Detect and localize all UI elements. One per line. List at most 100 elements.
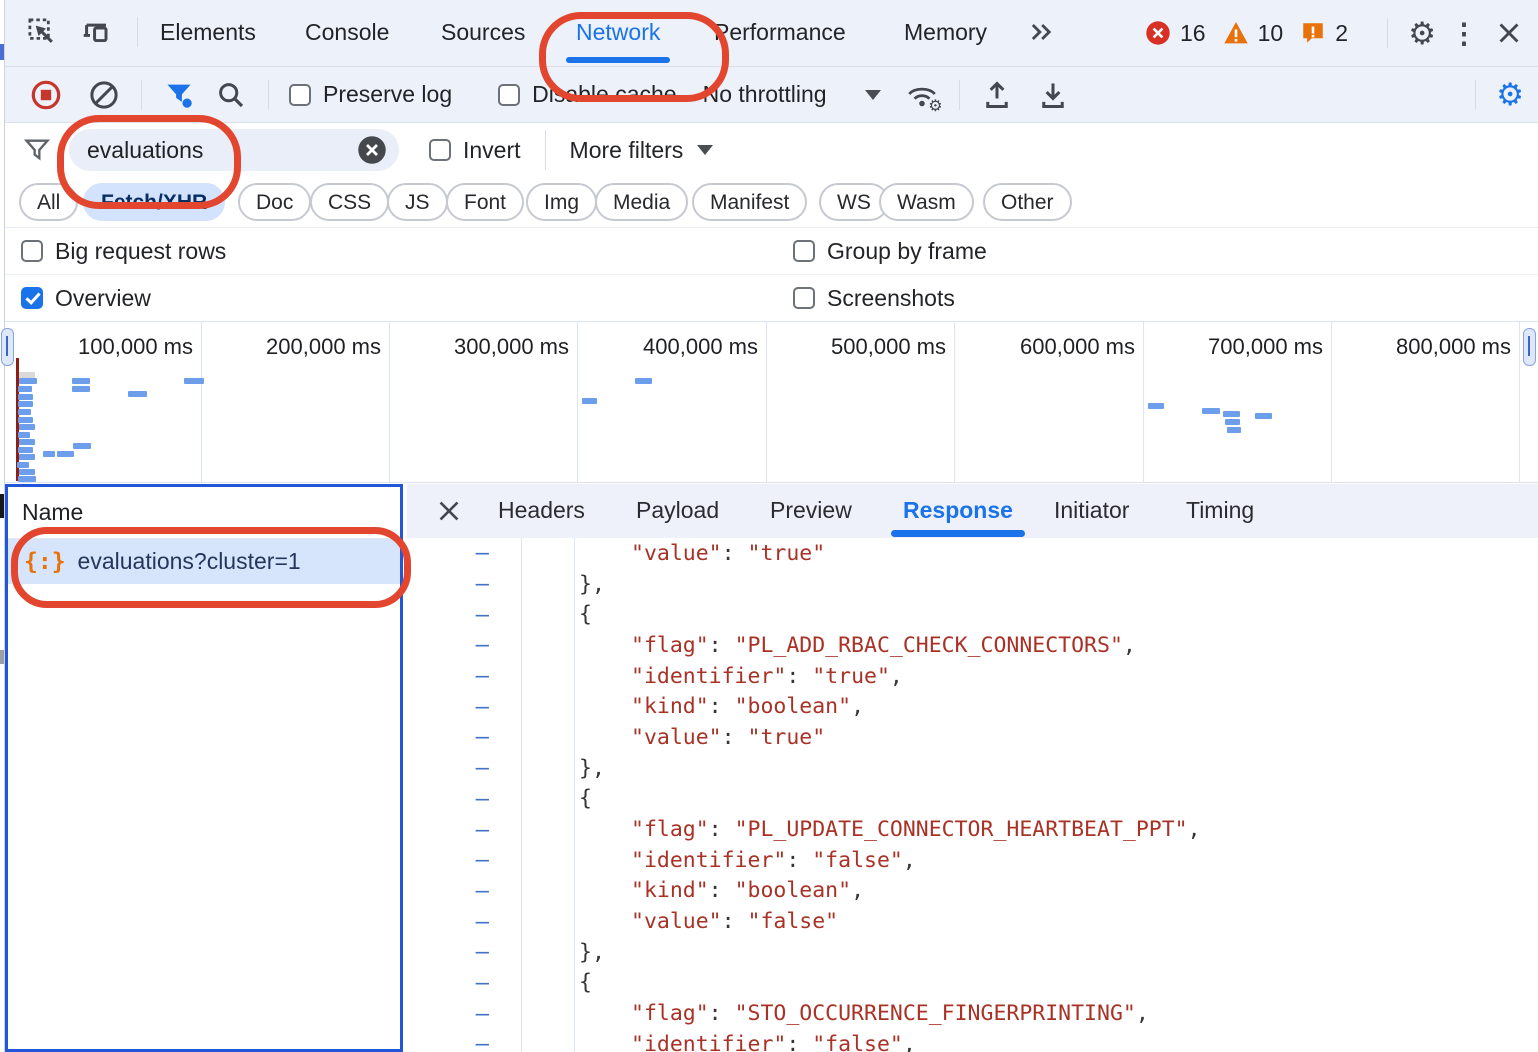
request-row[interactable]: {:}evaluations?cluster=1 — [8, 539, 400, 584]
checkbox-box[interactable] — [429, 139, 451, 161]
gutter-mark[interactable]: – — [407, 631, 521, 659]
checkbox-box[interactable] — [793, 287, 815, 309]
gutter-mark[interactable]: – — [407, 846, 521, 874]
big-request-rows-checkbox[interactable]: Big request rows — [21, 238, 226, 265]
chip-wasm[interactable]: Wasm — [879, 183, 974, 221]
gutter-mark[interactable]: – — [407, 539, 521, 567]
checkbox-box[interactable] — [21, 287, 43, 309]
chip-js[interactable]: JS — [387, 183, 448, 221]
checkbox-box[interactable] — [498, 84, 520, 106]
chip-media[interactable]: Media — [595, 183, 688, 221]
overview-right-grip[interactable] — [1523, 328, 1536, 366]
close-detail-icon[interactable] — [433, 495, 465, 527]
gutter-mark[interactable]: – — [407, 693, 521, 721]
close-devtools-icon[interactable] — [1492, 16, 1526, 50]
filter-text-pill[interactable] — [69, 129, 399, 171]
request-rows: {:}evaluations?cluster=1 — [8, 539, 400, 584]
code-text: "flag": "PL_ADD_RBAC_CHECK_CONNECTORS", — [521, 633, 1136, 658]
more-options-icon[interactable]: ⋮ — [1450, 17, 1478, 50]
record-network-log-button[interactable] — [29, 78, 63, 112]
gutter-mark[interactable]: – — [407, 1030, 521, 1052]
response-code-viewer[interactable]: –"value": "true"–},–{–"flag": "PL_ADD_RB… — [407, 538, 1538, 1052]
more-tabs-button[interactable] — [1027, 0, 1055, 64]
filter-icon[interactable] — [162, 78, 196, 112]
tab-memory[interactable]: Memory — [904, 0, 987, 64]
throttling-select[interactable]: No throttling — [703, 81, 881, 108]
gutter-mark[interactable]: – — [407, 570, 521, 598]
invert-checkbox[interactable]: Invert — [429, 137, 521, 164]
network-settings-gear-icon[interactable]: ⚙ — [1496, 79, 1524, 110]
gutter-mark[interactable]: – — [407, 723, 521, 751]
filter-input[interactable] — [85, 136, 319, 165]
network-conditions-icon[interactable]: ⚙ — [905, 78, 939, 112]
json-string: "value" — [631, 541, 722, 566]
inspect-element-icon[interactable] — [25, 15, 59, 49]
disable-cache-label: Disable cache — [532, 81, 676, 108]
tab-sources[interactable]: Sources — [441, 0, 525, 64]
import-har-icon[interactable] — [980, 78, 1014, 112]
name-column-header[interactable]: Name — [8, 487, 400, 539]
chip-other[interactable]: Other — [983, 183, 1072, 221]
chip-all[interactable]: All — [19, 183, 78, 221]
json-string: "true" — [748, 725, 826, 750]
gutter-mark[interactable]: – — [407, 601, 521, 629]
checkbox-box[interactable] — [793, 240, 815, 262]
detail-tab-timing[interactable]: Timing — [1186, 484, 1254, 537]
search-icon[interactable] — [214, 78, 248, 112]
gutter-mark[interactable]: – — [407, 1000, 521, 1028]
detail-tab-preview[interactable]: Preview — [770, 484, 852, 537]
chip-img[interactable]: Img — [526, 183, 597, 221]
json-punct: , — [851, 694, 864, 719]
overview-request-bar — [73, 443, 91, 449]
network-overview-timeline[interactable]: 100,000 ms200,000 ms300,000 ms400,000 ms… — [5, 322, 1538, 483]
gutter-mark[interactable]: – — [407, 938, 521, 966]
clear-filter-icon[interactable] — [357, 135, 387, 165]
code-text: "identifier": "false", — [521, 1032, 916, 1052]
code-text: "flag": "STO_OCCURRENCE_FINGERPRINTING", — [521, 1001, 1149, 1026]
overview-request-bar — [18, 401, 33, 407]
json-string: "PL_ADD_RBAC_CHECK_CONNECTORS" — [735, 633, 1123, 658]
clear-network-log-button[interactable] — [87, 78, 121, 112]
gutter-mark[interactable]: – — [407, 662, 521, 690]
json-string: "value" — [631, 909, 722, 934]
overview-gridline — [1143, 322, 1144, 482]
overview-gridline — [1331, 322, 1332, 482]
gutter-mark[interactable]: – — [407, 754, 521, 782]
tab-network[interactable]: Network — [576, 0, 660, 64]
tab-performance[interactable]: Performance — [714, 0, 846, 64]
screenshots-checkbox[interactable]: Screenshots — [793, 285, 955, 312]
json-doc-icon: {:} — [24, 549, 66, 575]
chip-fetch-xhr[interactable]: Fetch/XHR — [83, 183, 225, 221]
gutter-mark[interactable]: – — [407, 785, 521, 813]
chip-font[interactable]: Font — [446, 183, 524, 221]
detail-tab-response[interactable]: Response — [903, 484, 1013, 537]
checkbox-box[interactable] — [21, 240, 43, 262]
detail-tab-initiator[interactable]: Initiator — [1054, 484, 1129, 537]
gutter-mark[interactable]: – — [407, 877, 521, 905]
overview-left-grip[interactable] — [1, 328, 14, 366]
settings-gear-icon[interactable]: ⚙ — [1408, 18, 1436, 49]
gutter-mark[interactable]: – — [407, 908, 521, 936]
more-filters-button[interactable]: More filters — [570, 137, 714, 164]
chip-manifest[interactable]: Manifest — [692, 183, 807, 221]
device-toolbar-icon[interactable] — [81, 15, 115, 49]
tab-elements[interactable]: Elements — [160, 0, 256, 64]
invert-label: Invert — [463, 137, 521, 164]
response-line: –"flag": "PL_UPDATE_CONNECTOR_HEARTBEAT_… — [407, 814, 1538, 845]
overview-checkbox[interactable]: Overview — [21, 285, 151, 312]
gutter-mark[interactable]: – — [407, 816, 521, 844]
status-badges[interactable]: 16 10 2 — [1145, 0, 1348, 66]
tab-console[interactable]: Console — [305, 0, 389, 64]
group-by-frame-checkbox[interactable]: Group by frame — [793, 238, 987, 265]
export-har-icon[interactable] — [1036, 78, 1070, 112]
detail-tab-headers[interactable]: Headers — [498, 484, 585, 537]
gutter-mark[interactable]: – — [407, 969, 521, 997]
response-line: –"identifier": "false", — [407, 1029, 1538, 1052]
disable-cache-checkbox[interactable]: Disable cache — [498, 81, 676, 108]
detail-tab-payload[interactable]: Payload — [636, 484, 719, 537]
chip-css[interactable]: CSS — [310, 183, 389, 221]
chip-doc[interactable]: Doc — [238, 183, 311, 221]
requests-list-panel[interactable]: Name {:}evaluations?cluster=1 — [5, 484, 403, 1052]
checkbox-box[interactable] — [289, 84, 311, 106]
preserve-log-checkbox[interactable]: Preserve log — [289, 81, 452, 108]
